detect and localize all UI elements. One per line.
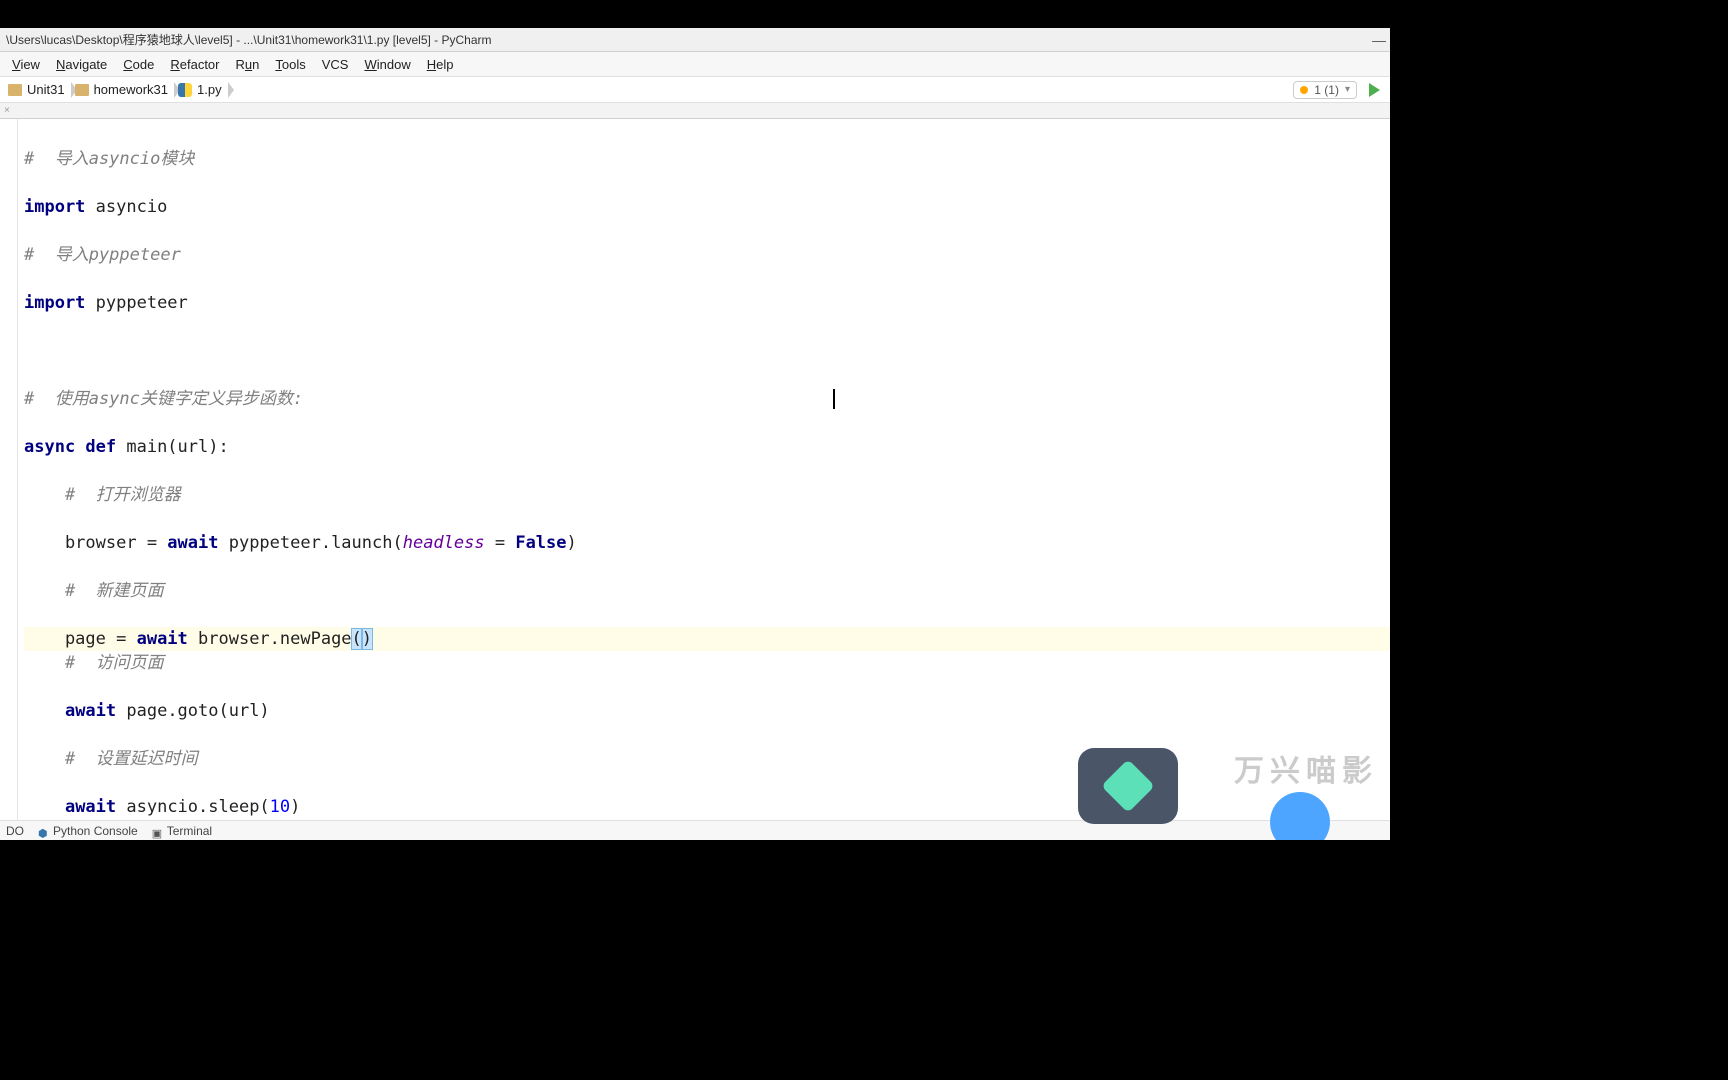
window-title: \Users\lucas\Desktop\程序猿地球人\level5] - ..… xyxy=(6,31,1372,48)
folder-icon xyxy=(8,84,22,96)
chevron-down-icon: ▾ xyxy=(1345,84,1350,95)
menu-vcs[interactable]: VCS xyxy=(314,55,357,74)
diamond-icon xyxy=(1101,759,1155,813)
menu-run[interactable]: Run xyxy=(228,55,268,74)
menu-code[interactable]: Code xyxy=(115,55,162,74)
menu-tools[interactable]: Tools xyxy=(267,55,313,74)
breadcrumb-unit31[interactable]: Unit31 xyxy=(4,79,71,101)
menu-bar: View Navigate Code Refactor Run Tools VC… xyxy=(0,52,1390,77)
breadcrumb-bar: Unit31 homework31 1.py 1 (1) ▾ xyxy=(0,77,1390,103)
terminal-icon xyxy=(152,826,162,836)
python-file-icon xyxy=(178,83,192,97)
menu-view[interactable]: View xyxy=(4,55,48,74)
pycharm-window: \Users\lucas\Desktop\程序猿地球人\level5] - ..… xyxy=(0,28,1390,840)
editor-area[interactable]: # 导入asyncio模块 import asyncio # 导入pyppete… xyxy=(0,119,1390,820)
menu-window[interactable]: Window xyxy=(356,55,418,74)
tool-todo[interactable]: DO xyxy=(6,824,24,838)
tool-terminal[interactable]: Terminal xyxy=(152,824,212,838)
python-icon xyxy=(38,826,48,836)
menu-help[interactable]: Help xyxy=(419,55,462,74)
breadcrumb-file[interactable]: 1.py xyxy=(174,79,228,101)
breadcrumb-homework31[interactable]: homework31 xyxy=(71,79,174,101)
tool-window-tabs: DO Python Console Terminal xyxy=(0,820,1390,840)
close-tab-icon[interactable]: × xyxy=(0,105,14,116)
minimize-icon[interactable]: — xyxy=(1372,32,1384,48)
run-button[interactable] xyxy=(1369,83,1380,97)
window-controls: — xyxy=(1372,32,1384,48)
text-cursor xyxy=(833,389,835,409)
mascot-overlay xyxy=(1270,782,1390,840)
editor-gutter xyxy=(0,119,18,820)
wondershare-badge[interactable] xyxy=(1078,748,1178,824)
code-editor[interactable]: # 导入asyncio模块 import asyncio # 导入pyppete… xyxy=(18,119,1390,820)
menu-refactor[interactable]: Refactor xyxy=(162,55,227,74)
warning-dot-icon xyxy=(1300,86,1308,94)
tool-python-console[interactable]: Python Console xyxy=(38,824,138,838)
window-titlebar: \Users\lucas\Desktop\程序猿地球人\level5] - ..… xyxy=(0,28,1390,52)
folder-icon xyxy=(75,84,89,96)
mascot-icon xyxy=(1270,792,1330,840)
menu-navigate[interactable]: Navigate xyxy=(48,55,115,74)
editor-tab-strip: × xyxy=(0,103,1390,119)
inspection-indicator[interactable]: 1 (1) ▾ xyxy=(1293,81,1357,99)
